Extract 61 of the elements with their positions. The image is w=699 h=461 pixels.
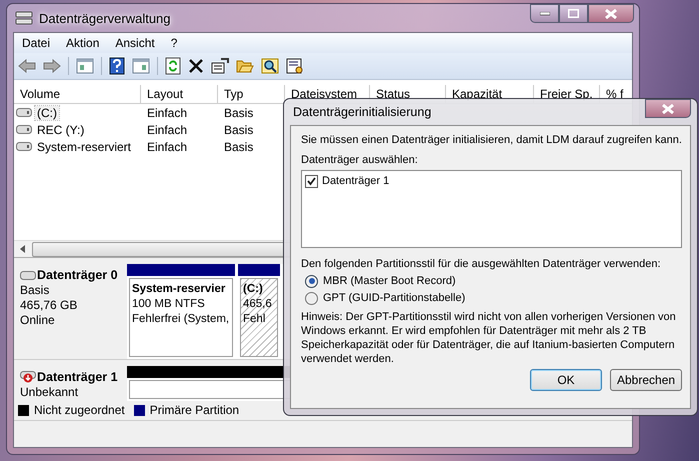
table-cell-text: Basis [223,122,254,136]
close-button[interactable] [588,4,634,23]
menu-item[interactable]: Datei [22,36,50,50]
disk-list[interactable]: Datenträger 1 [301,170,682,248]
dialog-title: Datenträgerinitialisierung [292,105,432,119]
menu-item[interactable]: Ansicht [115,36,155,50]
table-cell-text: Einfach [146,122,188,136]
drive-error-icon [20,371,36,384]
close-icon [662,104,674,114]
minimize-icon [540,12,550,16]
forward-arrow-icon[interactable] [43,59,61,73]
back-arrow-icon[interactable] [18,59,36,73]
refresh-icon[interactable] [165,57,181,75]
properties-icon[interactable] [211,58,229,74]
table-cell-text: Basis [223,140,254,154]
drive-icon [20,271,36,280]
partition-style-radio[interactable]: MBR (Master Boot Record) [301,274,682,288]
menu-item[interactable]: Aktion [66,36,100,50]
partition-style-radio[interactable]: GPT (GUID-Partitionstabelle) [301,291,682,305]
dialog-button[interactable]: OK [530,369,602,391]
drive-label[interactable]: System-reserviert [35,140,134,154]
minimize-button[interactable] [530,4,559,23]
disk-checkbox[interactable]: Datenträger 1 [305,174,678,188]
table-cell-text: Einfach [146,106,188,120]
dialog-button[interactable]: Abbrechen [610,369,682,391]
folder-icon[interactable] [236,58,254,74]
style-label: Den folgenden Partitionsstil für die ausgewählten Datenträger verwenden: [301,257,662,271]
drive-icon [16,142,32,151]
console-tree-icon[interactable] [76,58,94,74]
disk-detail: Online [20,313,56,328]
magnifier-icon[interactable] [261,58,279,74]
disk-detail: 465,76 GB [20,298,78,313]
disk-drive-icon [15,10,33,26]
legend-label: Nicht zugeordnet [34,403,125,418]
delete-icon[interactable] [188,58,204,74]
table-cell-text: Basis [223,106,254,120]
list-label: Datenträger auswählen: [301,153,419,167]
note-text: Hinweis: Der GPT-Partitionsstil wird nicht von allen vorherigen Versionen von Windows erkannt. Er wird empfohlen für Datenträger mit mehr als 2 TB Speicherkapazität oder für Datenträger, die auf Itanium-basierten Computern verwendet werden. [301,310,677,366]
close-icon [605,8,617,18]
help-icon[interactable] [109,57,125,75]
intro-text: Sie müssen einen Datenträger initialisieren, damit LDM darauf zugreifen kann. [301,133,682,147]
scroll-left-icon[interactable] [20,245,26,253]
window-title: Datenträgerverwaltung [39,10,171,26]
disk-name: Datenträger 1 [37,370,118,385]
maximize-icon [568,9,579,18]
drive-icon [16,125,32,134]
drive-label[interactable]: REC (Y:) [35,122,86,136]
drive-icon [16,108,32,117]
table-cell-text: Einfach [146,140,188,154]
close-button[interactable] [645,99,691,118]
action-pane-icon[interactable] [132,58,150,74]
maximize-button[interactable] [559,4,588,23]
column-header[interactable]: Volume [14,85,141,103]
menu-item[interactable]: ? [170,36,178,50]
disk-name: Datenträger 0 [37,268,118,283]
disk-detail: Basis [20,283,50,298]
check-icon [307,176,316,186]
legend-label: Primäre Partition [150,403,240,418]
disk-detail: Unbekannt [20,384,80,400]
drive-label[interactable]: (C:) [35,106,59,120]
column-header[interactable]: Layout [141,85,218,103]
